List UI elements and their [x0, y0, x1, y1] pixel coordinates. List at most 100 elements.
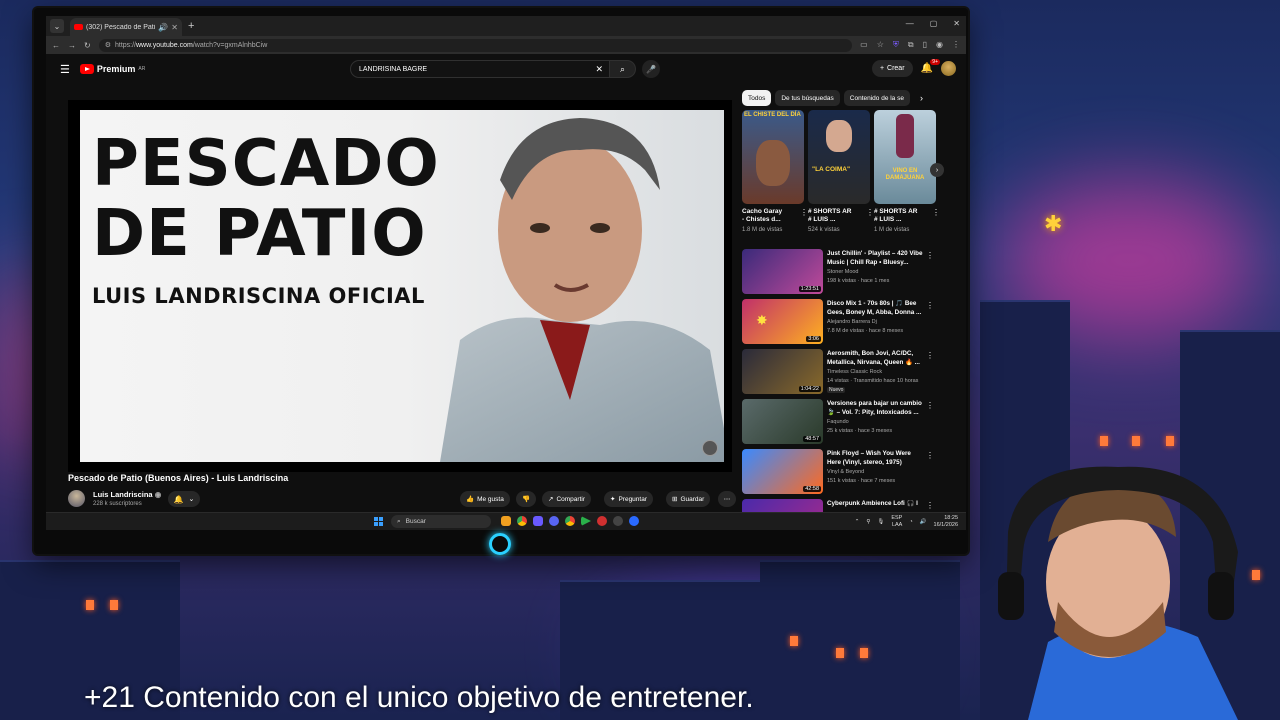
ask-button[interactable]: ✦ Preguntar: [604, 491, 653, 507]
more-icon[interactable]: ⋮: [926, 301, 934, 310]
youtube-logo[interactable]: Premium AR: [79, 64, 145, 74]
short-thumbnail[interactable]: "LA COIMA": [808, 110, 870, 204]
reload-icon[interactable]: ↻: [84, 41, 91, 50]
dislike-button[interactable]: 👎: [516, 491, 536, 507]
list-item[interactable]: 42:58 Pink Floyd – Wish You Were Here (V…: [742, 449, 942, 499]
clear-search-icon[interactable]: ✕: [595, 64, 603, 75]
microphone-icon[interactable]: 🎙: [877, 519, 884, 525]
save-button[interactable]: ⊞ Guardar: [666, 491, 711, 507]
close-tab-icon[interactable]: ✕: [171, 23, 178, 32]
more-actions-button[interactable]: ⋯: [718, 491, 736, 507]
like-button[interactable]: 👍 Me gusta: [460, 491, 510, 507]
file-explorer-icon[interactable]: [501, 516, 511, 526]
more-icon[interactable]: ⋮: [926, 351, 934, 360]
thumbs-down-icon: 👎: [521, 496, 531, 503]
new-tab-button[interactable]: +: [188, 20, 194, 32]
list-item[interactable]: 1:23:51 Just Chillin' - Playlist – 420 V…: [742, 249, 942, 299]
more-icon[interactable]: ⋮: [866, 208, 874, 217]
more-icon[interactable]: ⋮: [932, 208, 940, 217]
app-icon[interactable]: [549, 516, 559, 526]
video-thumbnail[interactable]: 42:58: [742, 449, 823, 494]
short-thumbnail[interactable]: VINO EN DAMAJUANA: [874, 110, 936, 204]
more-icon[interactable]: ⋮: [800, 208, 808, 217]
location-icon[interactable]: ⚲: [866, 519, 870, 525]
video-player[interactable]: PESCADO DE PATIO LUIS LANDRISCINA OFICIA…: [68, 100, 732, 472]
more-icon[interactable]: ⋮: [926, 501, 934, 510]
chrome-profile-icon[interactable]: [565, 516, 575, 526]
sidebar-icon[interactable]: ▯: [923, 40, 927, 50]
video-thumbnail[interactable]: ✸ 3:06: [742, 299, 823, 344]
taskbar-search[interactable]: ⌕ Buscar: [391, 515, 491, 528]
channel-name[interactable]: Stoner Mood: [827, 269, 859, 275]
recording-icon[interactable]: [597, 516, 607, 526]
video-thumbnail[interactable]: 1:23:51: [742, 249, 823, 294]
menu-icon[interactable]: ☰: [60, 63, 70, 76]
bookmark-star-icon[interactable]: ☆: [877, 40, 884, 50]
profile-icon[interactable]: ◉: [936, 40, 943, 50]
wifi-icon[interactable]: ◔: [909, 519, 912, 525]
tray-chevron-icon[interactable]: ⌃: [855, 519, 860, 525]
background-window: [1166, 436, 1174, 446]
cast-icon[interactable]: ▭: [860, 40, 868, 50]
site-info-icon[interactable]: ⚙: [105, 41, 111, 49]
tab-search-button[interactable]: ⌄: [50, 19, 64, 33]
account-avatar[interactable]: [941, 61, 956, 76]
short-item[interactable]: "LA COIMA" # SHORTS AR # LUIS ... 524 k v…: [808, 110, 874, 233]
play-icon[interactable]: [581, 516, 591, 526]
chip-from-searches[interactable]: De tus búsquedas: [775, 90, 840, 106]
start-button[interactable]: [374, 517, 384, 527]
channel-name[interactable]: Faqundo: [827, 419, 849, 425]
search-input[interactable]: LANDRISINA BAGRE ✕: [350, 60, 610, 78]
channel-name[interactable]: Alejandro Barrera Dj: [827, 319, 877, 325]
chrome-icon[interactable]: [517, 516, 527, 526]
video-owner-row: Luis Landriscina ◉ 228 k suscriptores 🔔 ⌄…: [68, 488, 738, 510]
video-frame: PESCADO DE PATIO LUIS LANDRISCINA OFICIA…: [80, 110, 724, 462]
forward-icon[interactable]: →: [68, 41, 76, 50]
short-item[interactable]: VINO EN DAMAJUANA # SHORTS AR # LUIS ... …: [874, 110, 940, 233]
volume-icon[interactable]: 🔊: [920, 519, 927, 525]
video-thumbnail[interactable]: 48:57: [742, 399, 823, 444]
obs-icon[interactable]: [613, 516, 623, 526]
extensions-icon[interactable]: ⧉: [908, 40, 914, 50]
thumbnail-title-line1: PESCADO: [92, 127, 440, 201]
channel-name[interactable]: Vinyl & Beyond: [827, 469, 864, 475]
language-indicator[interactable]: ESP LAA: [891, 515, 902, 528]
chip-related[interactable]: Contenido de la se: [843, 90, 910, 106]
list-item[interactable]: 48:57 Versiones para bajar un cambio 🍃 –…: [742, 399, 942, 449]
share-button[interactable]: ↗ Compartir: [542, 491, 591, 507]
channel-watermark-icon[interactable]: [702, 440, 718, 456]
subscription-bell-button[interactable]: 🔔 ⌄: [168, 491, 200, 507]
short-thumbnail[interactable]: EL CHISTE DEL DÍA: [742, 110, 804, 204]
channel-name[interactable]: Timeless Classic Rock: [827, 369, 882, 375]
list-item[interactable]: ✸ 3:06 Disco Mix 1 - 70s 80s | 🎵 Bee Gee…: [742, 299, 942, 349]
shorts-next-button[interactable]: ›: [930, 163, 944, 177]
chevron-right-icon[interactable]: ›: [920, 93, 923, 103]
close-window-icon[interactable]: ✕: [953, 19, 960, 28]
more-icon[interactable]: ⋮: [926, 251, 934, 260]
taskbar-search-placeholder: Buscar: [405, 518, 426, 525]
browser-tab[interactable]: (302) Pescado de Patio (Bu... 🔊 ✕: [70, 18, 182, 36]
url-field[interactable]: ⚙ https://www.youtube.com/watch?v=gxmAln…: [98, 38, 853, 52]
search-value: LANDRISINA BAGRE: [359, 65, 428, 73]
speaker-icon[interactable]: 🔊: [158, 23, 168, 32]
voice-search-button[interactable]: 🎤: [642, 60, 660, 78]
search-button[interactable]: ⌕: [610, 60, 636, 78]
browser-menu-icon[interactable]: ⋮: [952, 40, 960, 50]
more-icon[interactable]: ⋮: [926, 451, 934, 460]
video-thumbnail[interactable]: 1:04:22: [742, 349, 823, 394]
more-icon[interactable]: ⋮: [926, 401, 934, 410]
notifications-button[interactable]: 🔔 9+: [921, 59, 940, 74]
app-icon[interactable]: [629, 516, 639, 526]
extension-shield-icon[interactable]: ⛨: [893, 40, 899, 50]
list-item[interactable]: 1:04:22 Aerosmith, Bon Jovi, AC/DC, Meta…: [742, 349, 942, 399]
discord-icon[interactable]: [533, 516, 543, 526]
chip-all[interactable]: Todos: [742, 90, 772, 106]
channel-avatar[interactable]: [68, 490, 85, 507]
maximize-icon[interactable]: ▢: [930, 19, 938, 28]
channel-name[interactable]: Luis Landriscina ◉: [93, 490, 161, 499]
create-button[interactable]: + Crear: [871, 60, 913, 77]
back-icon[interactable]: ←: [52, 41, 60, 50]
minimize-icon[interactable]: —: [906, 19, 914, 28]
short-item[interactable]: EL CHISTE DEL DÍA Cacho Garay - Chistes d…: [742, 110, 808, 233]
clock[interactable]: 18:25 16/1/2026: [934, 515, 958, 528]
